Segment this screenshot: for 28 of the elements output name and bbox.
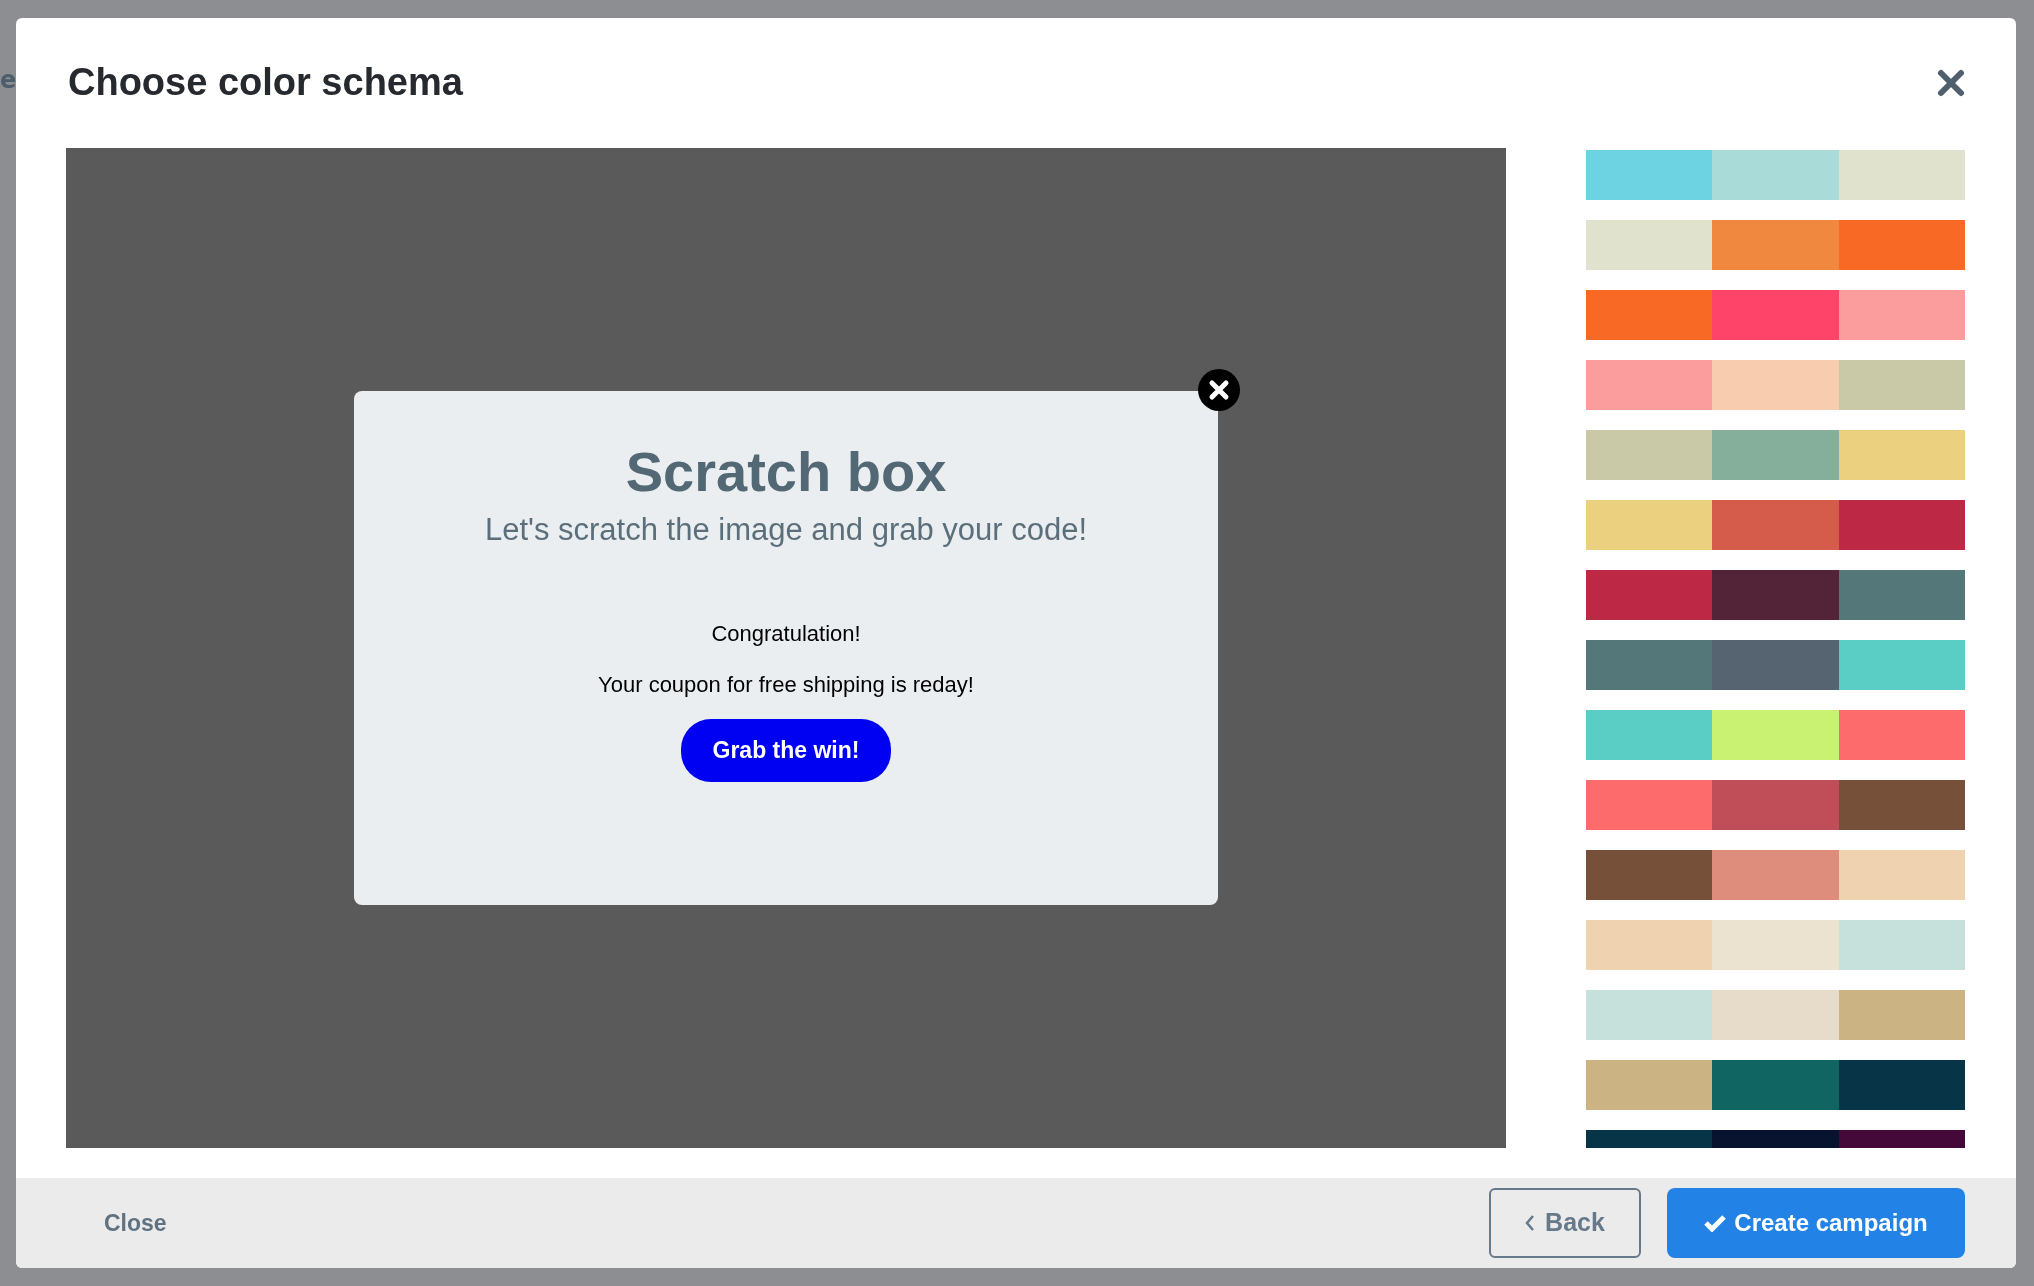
grab-button[interactable]: Grab the win! [680, 719, 892, 782]
color-palette-option[interactable] [1586, 640, 1965, 690]
color-palette-option[interactable] [1586, 150, 1965, 200]
color-palette-option[interactable] [1586, 290, 1965, 340]
color-palette-option[interactable] [1586, 850, 1965, 900]
modal-title: Choose color schema [68, 62, 463, 104]
close-icon[interactable] [1198, 369, 1240, 411]
color-palette-option[interactable] [1586, 780, 1965, 830]
color-palette-option[interactable] [1586, 430, 1965, 480]
color-palette-option[interactable] [1586, 990, 1965, 1040]
coupon-text: Your coupon for free shipping is reday! [598, 671, 974, 700]
checkmark-icon [1704, 1214, 1727, 1232]
popup-subtitle: Let's scratch the image and grab your code! [484, 510, 1088, 549]
color-palette-option[interactable] [1586, 920, 1965, 970]
create-campaign-button[interactable]: Create campaign [1667, 1188, 1965, 1258]
color-palette-option[interactable] [1586, 710, 1965, 760]
background-text: e [0, 65, 16, 96]
back-button[interactable]: Back [1489, 1188, 1641, 1258]
close-button[interactable]: Close [104, 1205, 167, 1241]
popup-title: Scratch box [625, 441, 947, 503]
chevron-left-icon [1525, 1214, 1536, 1232]
color-palette-option[interactable] [1586, 1060, 1965, 1110]
congratulation-text: Congratulation! [711, 620, 861, 649]
color-palette-option[interactable] [1586, 360, 1965, 410]
close-icon[interactable] [1936, 68, 1966, 98]
color-palette-option[interactable] [1586, 500, 1965, 550]
color-palette-option[interactable] [1586, 220, 1965, 270]
color-palette-option[interactable] [1586, 570, 1965, 620]
